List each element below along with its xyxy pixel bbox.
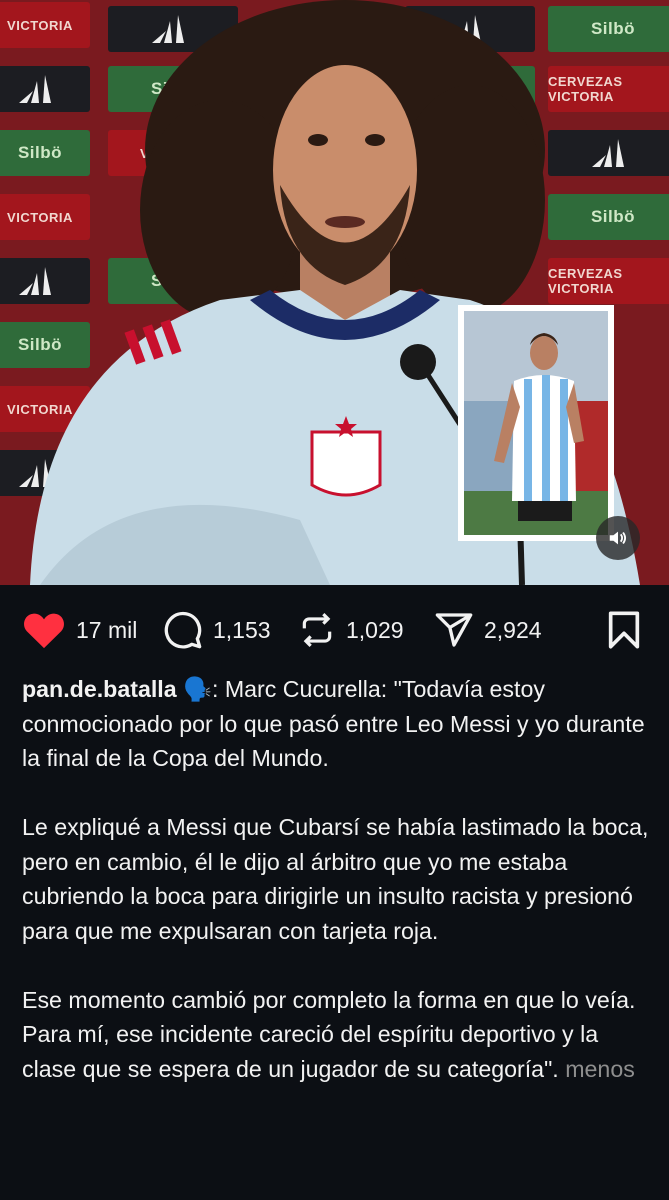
like-button[interactable]: 17 mil: [22, 600, 137, 660]
paper-plane-icon: [435, 613, 473, 647]
repost-count: 1,029: [346, 616, 404, 643]
heart-icon: [24, 613, 64, 649]
repost-arrows-icon: [302, 613, 332, 647]
speaker-icon: [609, 531, 627, 545]
less-link[interactable]: menos: [565, 1056, 635, 1082]
like-count: 17 mil: [76, 616, 138, 643]
post-actions-bar: 17 mil 1,153 1,029 2,924: [0, 600, 669, 660]
share-button[interactable]: 2,924: [434, 600, 542, 660]
share-count: 2,924: [484, 616, 542, 643]
speaking-emoji: 🗣️: [183, 676, 212, 702]
caption-paragraph: Para mí, ese incidente careció del espír…: [22, 1017, 652, 1086]
caption-paragraph: Le expliqué a Messi que Cubarsí se había…: [22, 814, 649, 944]
post-caption: pan.de.batalla 🗣️: Marc Cucurella: "Toda…: [22, 672, 652, 1086]
post-media[interactable]: VICTORIA Silbö VICTORIA Silbö VICTORIA S…: [0, 0, 669, 585]
inset-photo: [458, 305, 614, 541]
sound-toggle-button[interactable]: [596, 516, 640, 560]
caption-paragraph: Ese momento cambió por completo la forma…: [22, 986, 636, 1013]
caption-text: Para mí, ese incidente careció del espír…: [22, 1021, 599, 1082]
save-button[interactable]: [606, 600, 642, 660]
bookmark-icon: [608, 611, 640, 649]
speech-bubble-icon: [164, 611, 202, 649]
caption-paragraph: pan.de.batalla 🗣️: Marc Cucurella: "Toda…: [22, 672, 652, 776]
repost-button[interactable]: 1,029: [298, 600, 404, 660]
comment-button[interactable]: 1,153: [163, 600, 271, 660]
comment-count: 1,153: [213, 616, 271, 643]
username-link[interactable]: pan.de.batalla: [22, 676, 177, 702]
inset-player-image: [464, 311, 608, 535]
